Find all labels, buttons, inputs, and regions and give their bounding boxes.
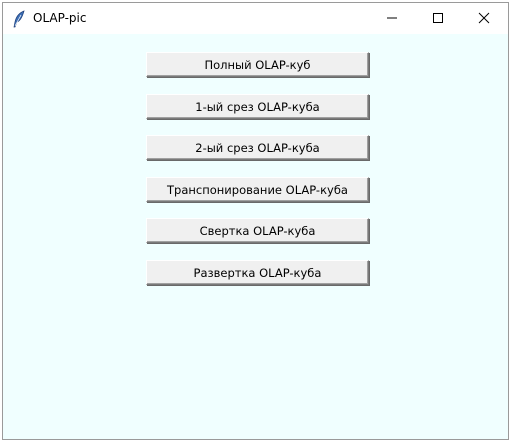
full-olap-cube-button[interactable]: Полный OLAP-куб xyxy=(146,52,369,77)
drilldown-button[interactable]: Развертка OLAP-куба xyxy=(146,260,369,285)
feather-icon xyxy=(12,10,26,28)
client-area: Полный OLAP-куб 1-ый срез OLAP-куба 2-ый… xyxy=(3,34,508,439)
maximize-button[interactable] xyxy=(415,3,461,34)
close-button[interactable] xyxy=(461,3,507,34)
minimize-icon xyxy=(386,9,398,28)
minimize-button[interactable] xyxy=(369,3,415,34)
close-icon xyxy=(478,9,490,28)
first-slice-button[interactable]: 1-ый срез OLAP-куба xyxy=(146,94,369,119)
window-title: OLAP-pic xyxy=(33,11,87,25)
transpose-button[interactable]: Транспонирование OLAP-куба xyxy=(146,177,369,202)
second-slice-button[interactable]: 2-ый срез OLAP-куба xyxy=(146,135,369,160)
app-window: OLAP-pic Полный OLAP-куб 1-ый срез OLAP-… xyxy=(2,2,509,440)
rollup-button[interactable]: Свертка OLAP-куба xyxy=(146,218,369,243)
maximize-icon xyxy=(432,9,444,28)
title-bar[interactable]: OLAP-pic xyxy=(3,3,508,34)
